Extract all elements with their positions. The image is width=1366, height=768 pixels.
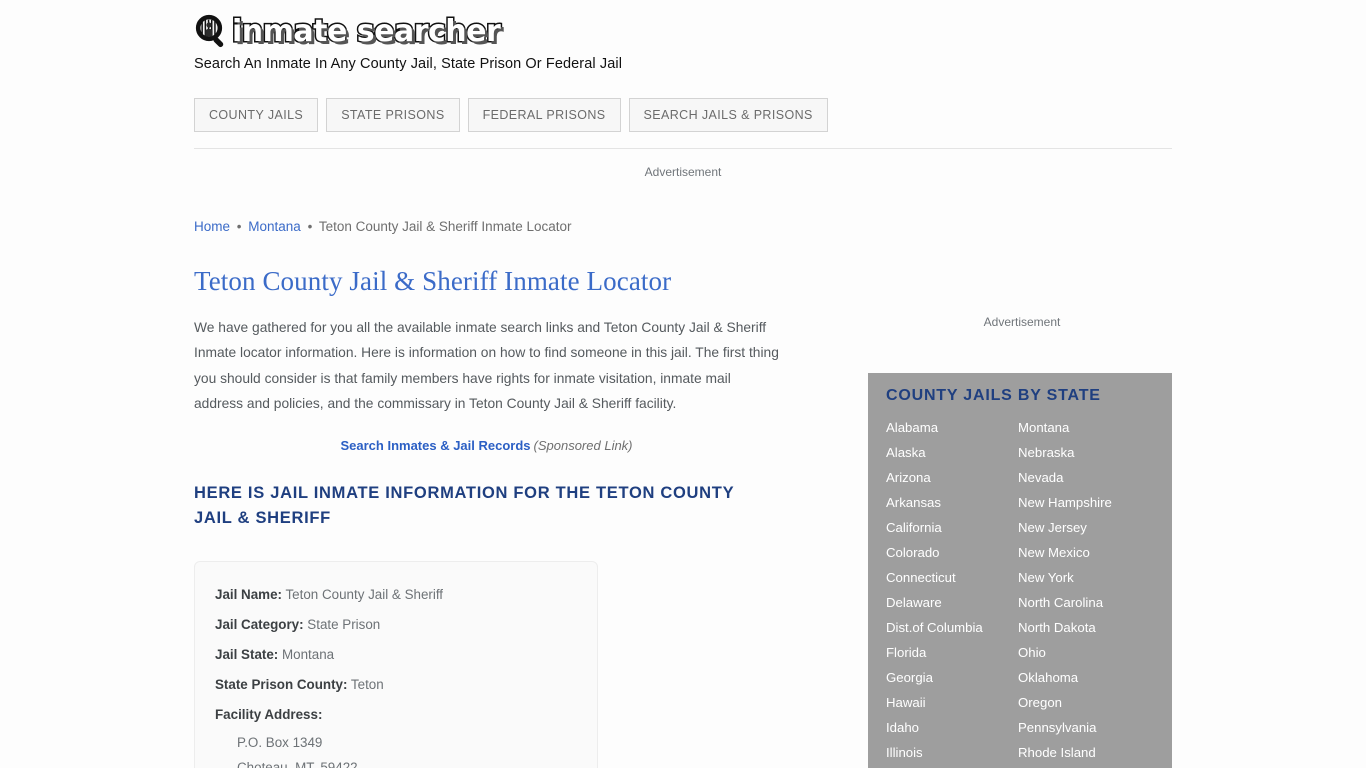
info-row-facility-address: Facility Address: — [215, 700, 577, 730]
content-container: inmate searcher Search An Inmate In Any … — [194, 0, 1172, 768]
breadcrumb-separator-2: • — [307, 219, 313, 234]
page-root: inmate searcher Search An Inmate In Any … — [0, 0, 1366, 768]
breadcrumb-home-link[interactable]: Home — [194, 219, 230, 234]
header-divider — [194, 148, 1172, 149]
info-label-jail-category: Jail Category: — [215, 617, 304, 633]
info-label-state-prison-county: State Prison County: — [215, 677, 348, 693]
sidebar-advertisement-label: Advertisement — [983, 315, 1061, 329]
nav-tab-federal-prisons[interactable]: FEDERAL PRISONS — [467, 98, 621, 132]
nav-tab-state-prisons[interactable]: STATE PRISONS — [326, 98, 460, 132]
state-link-connecticut[interactable]: Connecticut — [886, 565, 1018, 590]
info-row-jail-name: Jail Name: Teton County Jail & Sheriff — [215, 580, 577, 610]
state-link-ohio[interactable]: Ohio — [1018, 640, 1154, 665]
nav-tab-search-jails-prisons[interactable]: SEARCH JAILS & PRISONS — [628, 98, 828, 132]
state-link-alabama[interactable]: Alabama — [886, 415, 1018, 440]
state-link-illinois[interactable]: Illinois — [886, 740, 1018, 765]
info-value-jail-category: State Prison — [307, 617, 381, 633]
state-link-colorado[interactable]: Colorado — [886, 540, 1018, 565]
magnifier-jail-icon — [194, 14, 230, 50]
state-link-california[interactable]: California — [886, 515, 1018, 540]
primary-nav: COUNTY JAILS STATE PRISONS FEDERAL PRISO… — [194, 98, 828, 132]
site-header: inmate searcher Search An Inmate In Any … — [194, 12, 894, 72]
info-row-jail-state: Jail State: Montana — [215, 640, 577, 670]
info-label-facility-address: Facility Address: — [215, 707, 323, 723]
facility-address-line-2: Choteau, MT, 59422 — [237, 760, 358, 768]
sidebar-title: COUNTY JAILS BY STATE — [886, 387, 1101, 404]
breadcrumb-current: Teton County Jail & Sheriff Inmate Locat… — [318, 219, 572, 234]
state-link-hawaii[interactable]: Hawaii — [886, 690, 1018, 715]
breadcrumb-separator-1: • — [236, 219, 242, 234]
breadcrumb: Home • Montana • Teton County Jail & She… — [194, 219, 571, 234]
logo-wordmark: inmate searcher — [230, 14, 502, 49]
state-link-arkansas[interactable]: Arkansas — [886, 490, 1018, 515]
state-link-oklahoma[interactable]: Oklahoma — [1018, 665, 1154, 690]
sidebar-county-jails-by-state: COUNTY JAILS BY STATE Alabama Montana Al… — [868, 373, 1172, 768]
nav-tab-county-jails[interactable]: COUNTY JAILS — [194, 98, 319, 132]
state-link-georgia[interactable]: Georgia — [886, 665, 1018, 690]
state-link-north-carolina[interactable]: North Carolina — [1018, 590, 1154, 615]
state-link-delaware[interactable]: Delaware — [886, 590, 1018, 615]
sponsored-link-row: Search Inmates & Jail Records (Sponsored … — [194, 438, 779, 453]
state-link-new-york[interactable]: New York — [1018, 565, 1154, 590]
breadcrumb-state-link[interactable]: Montana — [248, 219, 301, 234]
info-label-jail-name: Jail Name: — [215, 587, 282, 603]
state-link-oregon[interactable]: Oregon — [1018, 690, 1154, 715]
info-row-jail-category: Jail Category: State Prison — [215, 610, 577, 640]
jail-info-card: Jail Name: Teton County Jail & Sheriff J… — [194, 561, 598, 768]
info-label-jail-state: Jail State: — [215, 647, 279, 663]
facility-address-line-1: P.O. Box 1349 — [237, 735, 323, 751]
state-link-florida[interactable]: Florida — [886, 640, 1018, 665]
state-link-rhode-island[interactable]: Rhode Island — [1018, 740, 1154, 765]
state-link-new-mexico[interactable]: New Mexico — [1018, 540, 1154, 565]
state-link-pennsylvania[interactable]: Pennsylvania — [1018, 715, 1154, 740]
state-link-nebraska[interactable]: Nebraska — [1018, 440, 1154, 465]
section-title: HERE IS JAIL INMATE INFORMATION FOR THE … — [194, 484, 734, 528]
state-link-dist-of-columbia[interactable]: Dist.of Columbia — [886, 615, 1018, 640]
top-advertisement-label: Advertisement — [644, 165, 722, 179]
state-link-idaho[interactable]: Idaho — [886, 715, 1018, 740]
state-link-alaska[interactable]: Alaska — [886, 440, 1018, 465]
state-link-nevada[interactable]: Nevada — [1018, 465, 1154, 490]
info-value-state-prison-county: Teton — [350, 677, 384, 693]
intro-paragraph: We have gathered for you all the availab… — [194, 320, 779, 411]
site-logo[interactable]: inmate searcher — [194, 12, 894, 52]
sponsored-note: (Sponsored Link) — [533, 438, 633, 454]
state-link-new-jersey[interactable]: New Jersey — [1018, 515, 1154, 540]
state-link-montana[interactable]: Montana — [1018, 415, 1154, 440]
state-link-north-dakota[interactable]: North Dakota — [1018, 615, 1154, 640]
info-value-jail-state: Montana — [282, 647, 335, 663]
state-link-new-hampshire[interactable]: New Hampshire — [1018, 490, 1154, 515]
info-value-jail-name: Teton County Jail & Sheriff — [285, 587, 444, 603]
site-tagline: Search An Inmate In Any County Jail, Sta… — [194, 56, 623, 72]
info-row-state-prison-county: State Prison County: Teton — [215, 670, 577, 700]
state-link-arizona[interactable]: Arizona — [886, 465, 1018, 490]
state-links-grid: Alabama Montana Alaska Nebraska Arizona … — [886, 415, 1154, 765]
sponsored-search-link[interactable]: Search Inmates & Jail Records — [340, 438, 530, 453]
main-content: Teton County Jail & Sheriff Inmate Locat… — [194, 265, 794, 768]
page-title: Teton County Jail & Sheriff Inmate Locat… — [194, 266, 672, 296]
